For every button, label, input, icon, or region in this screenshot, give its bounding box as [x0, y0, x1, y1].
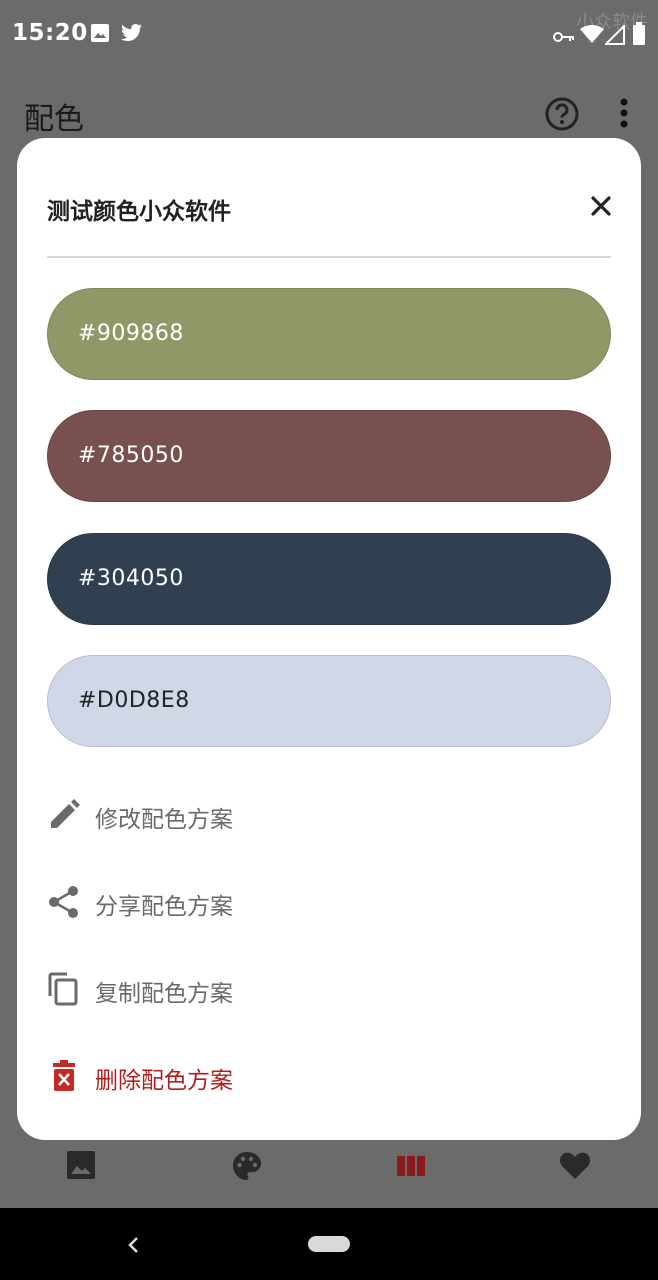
edit-icon — [47, 798, 81, 832]
more-vert-icon[interactable] — [612, 98, 636, 134]
color-swatch[interactable]: #304050 — [47, 533, 611, 625]
signal-icon — [603, 23, 625, 49]
nav-image-icon[interactable] — [66, 1150, 96, 1184]
delete-icon — [47, 1059, 81, 1093]
copy-icon — [47, 972, 81, 1006]
wifi-icon — [580, 24, 604, 48]
swatch-hex-label: #909868 — [78, 321, 184, 346]
swatch-hex-label: #304050 — [78, 566, 184, 591]
color-scheme-dialog: 测试颜色小众软件 #909868 #785050 #304050 #D0D8E8… — [17, 138, 641, 1140]
color-swatch[interactable]: #785050 — [47, 410, 611, 502]
vpn-key-icon — [553, 28, 575, 47]
color-swatch[interactable]: #D0D8E8 — [47, 655, 611, 747]
twitter-icon — [121, 23, 143, 47]
share-scheme-label: 分享配色方案 — [95, 894, 233, 920]
close-icon[interactable] — [587, 192, 615, 220]
status-time: 15:20 — [12, 20, 88, 46]
back-icon[interactable] — [125, 1236, 141, 1258]
copy-scheme-button[interactable]: 复制配色方案 — [47, 958, 611, 1018]
delete-scheme-label: 删除配色方案 — [95, 1068, 233, 1094]
image-icon — [90, 23, 110, 47]
edit-scheme-label: 修改配色方案 — [95, 807, 233, 833]
bottom-navigation — [0, 1140, 658, 1208]
nav-palette-icon[interactable] — [231, 1150, 263, 1186]
delete-scheme-button[interactable]: 删除配色方案 — [47, 1045, 611, 1105]
help-icon[interactable] — [544, 96, 580, 136]
swatch-hex-label: #D0D8E8 — [78, 688, 190, 713]
dialog-title: 测试颜色小众软件 — [47, 199, 231, 225]
copy-scheme-label: 复制配色方案 — [95, 981, 233, 1007]
nav-columns-icon[interactable] — [397, 1154, 425, 1182]
status-bar: 15:20 小众软件 — [0, 0, 658, 72]
share-scheme-button[interactable]: 分享配色方案 — [47, 871, 611, 931]
color-swatch[interactable]: #909868 — [47, 288, 611, 380]
page-title: 配色 — [24, 102, 84, 137]
battery-icon — [632, 22, 646, 50]
edit-scheme-button[interactable]: 修改配色方案 — [47, 784, 611, 844]
nav-heart-icon[interactable] — [559, 1150, 591, 1184]
share-icon — [47, 885, 81, 919]
system-navigation-bar — [0, 1208, 658, 1280]
home-pill[interactable] — [308, 1236, 350, 1252]
swatch-hex-label: #785050 — [78, 443, 184, 468]
divider — [47, 256, 611, 258]
